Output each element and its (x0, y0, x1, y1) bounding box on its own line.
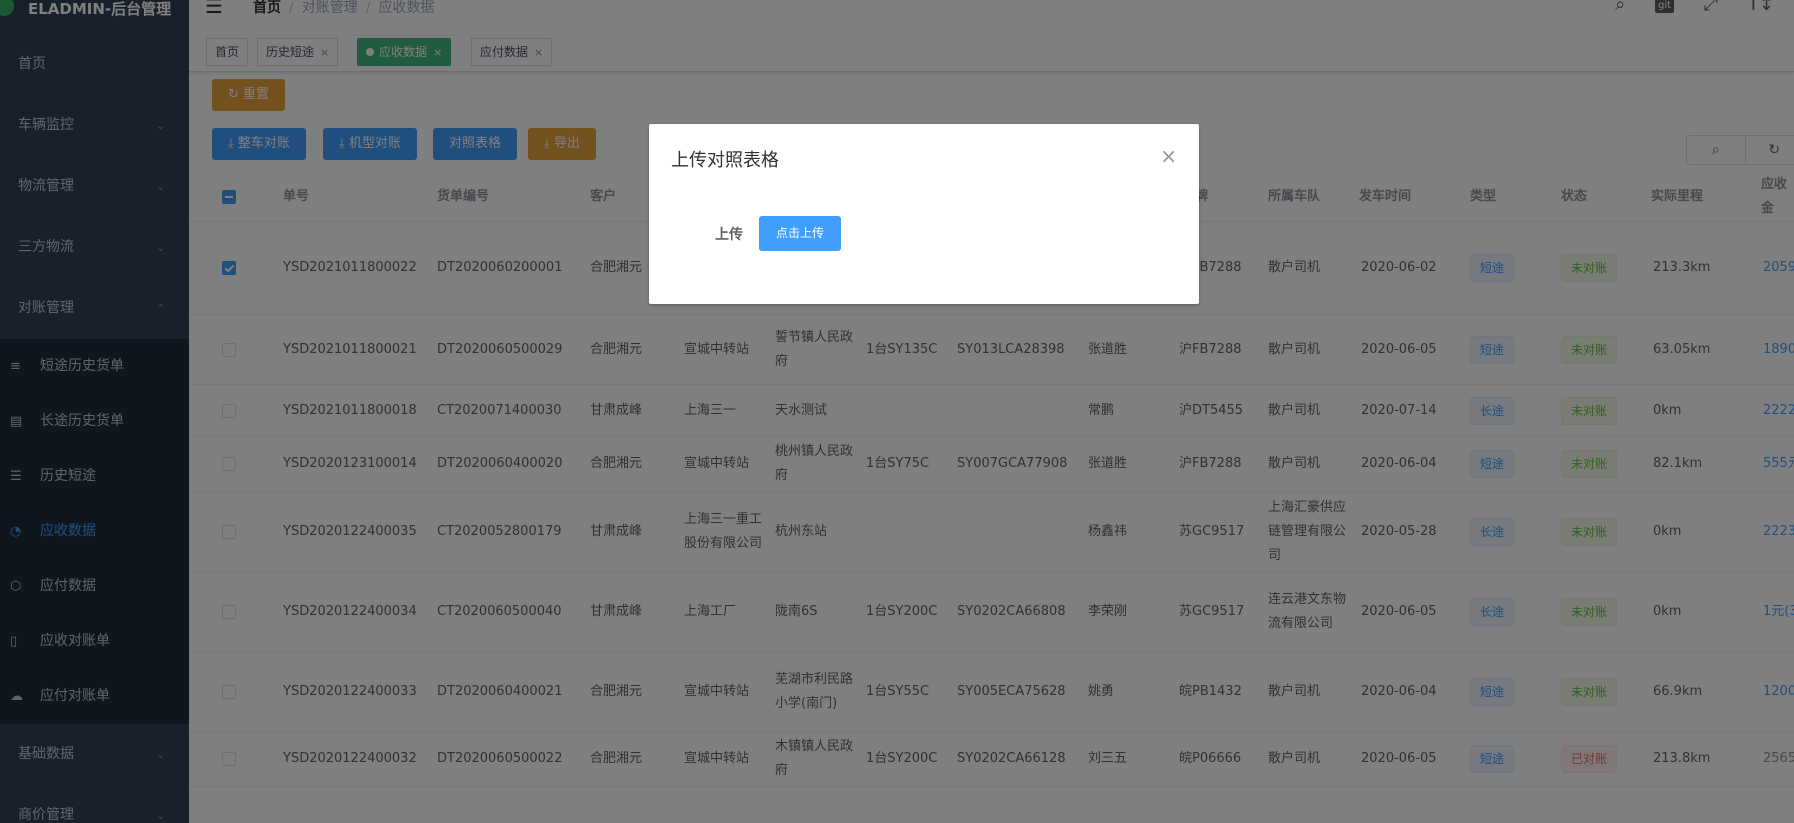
upload-dialog: 上传对照表格 × 上传 点击上传 (649, 124, 1199, 304)
close-icon[interactable]: × (1160, 144, 1177, 168)
upload-button[interactable]: 点击上传 (759, 216, 842, 251)
upload-label: 上传 (715, 227, 743, 243)
dialog-title: 上传对照表格 (671, 150, 779, 171)
